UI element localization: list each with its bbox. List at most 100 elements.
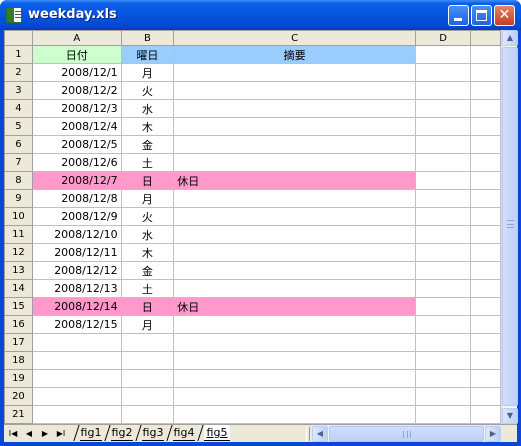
row-header[interactable]: 9 bbox=[4, 189, 33, 208]
cell-empty[interactable] bbox=[414, 315, 472, 334]
column-header-e[interactable] bbox=[470, 30, 501, 46]
cell-empty[interactable] bbox=[414, 279, 472, 298]
tab-split-handle[interactable] bbox=[306, 427, 310, 441]
row-header[interactable]: 18 bbox=[4, 351, 33, 370]
cell-date[interactable] bbox=[31, 369, 122, 388]
cell-weekday[interactable] bbox=[120, 333, 175, 352]
cell-empty[interactable] bbox=[470, 99, 501, 118]
column-header-d[interactable]: D bbox=[414, 30, 472, 46]
tab-fig5[interactable]: fig5 bbox=[204, 425, 230, 441]
cell-date[interactable] bbox=[31, 351, 122, 370]
row-header[interactable]: 1 bbox=[4, 45, 33, 64]
cell-summary[interactable] bbox=[173, 99, 416, 118]
cell-empty[interactable] bbox=[470, 117, 501, 136]
cell-empty[interactable] bbox=[414, 135, 472, 154]
row-header[interactable]: 5 bbox=[4, 117, 33, 136]
cell-date[interactable] bbox=[31, 405, 122, 424]
cell-empty[interactable] bbox=[414, 333, 472, 352]
cell-empty[interactable] bbox=[470, 171, 501, 190]
cell-summary[interactable] bbox=[173, 225, 416, 244]
cell-date[interactable]: 2008/12/11 bbox=[31, 243, 122, 262]
row-header[interactable]: 3 bbox=[4, 81, 33, 100]
cell-empty[interactable] bbox=[414, 189, 472, 208]
row-header[interactable]: 12 bbox=[4, 243, 33, 262]
cell-weekday[interactable]: 水 bbox=[120, 225, 175, 244]
size-grip[interactable] bbox=[501, 426, 517, 442]
vertical-scroll-thumb[interactable] bbox=[502, 47, 518, 406]
cell-summary[interactable] bbox=[173, 153, 416, 172]
cell-empty[interactable] bbox=[470, 225, 501, 244]
cell-empty[interactable] bbox=[414, 99, 472, 118]
cell-summary[interactable] bbox=[173, 207, 416, 226]
cell-summary[interactable] bbox=[173, 351, 416, 370]
row-header[interactable]: 2 bbox=[4, 63, 33, 82]
cell-weekday[interactable]: 月 bbox=[120, 189, 175, 208]
cell-weekday[interactable]: 土 bbox=[120, 153, 175, 172]
column-header-c[interactable]: C bbox=[173, 30, 416, 46]
first-sheet-button[interactable]: I◀ bbox=[6, 427, 20, 441]
cell-summary[interactable] bbox=[173, 369, 416, 388]
cell-summary[interactable] bbox=[173, 261, 416, 280]
cell-weekday-header[interactable]: 曜日 bbox=[120, 45, 175, 64]
cell-empty[interactable] bbox=[414, 117, 472, 136]
scroll-right-button[interactable]: ▶ bbox=[485, 426, 501, 442]
row-header[interactable]: 6 bbox=[4, 135, 33, 154]
cell-empty[interactable] bbox=[470, 135, 501, 154]
cell-date[interactable]: 2008/12/9 bbox=[31, 207, 122, 226]
tab-fig3[interactable]: fig3 bbox=[142, 425, 164, 441]
row-header[interactable]: 21 bbox=[4, 405, 33, 424]
cell-date-header[interactable]: 日付 bbox=[31, 45, 122, 64]
cell-empty[interactable] bbox=[470, 315, 501, 334]
cell-date[interactable]: 2008/12/14 bbox=[31, 297, 122, 316]
row-header[interactable]: 7 bbox=[4, 153, 33, 172]
cell-weekday[interactable]: 日 bbox=[120, 297, 175, 316]
prev-sheet-button[interactable]: ◀ bbox=[22, 427, 36, 441]
scroll-down-button[interactable]: ▼ bbox=[502, 408, 518, 424]
horizontal-scrollbar[interactable]: ◀ ▶ bbox=[312, 426, 501, 442]
cell-weekday[interactable]: 日 bbox=[120, 171, 175, 190]
horizontal-scroll-thumb[interactable] bbox=[329, 426, 484, 442]
cell-empty[interactable] bbox=[414, 297, 472, 316]
row-header[interactable]: 15 bbox=[4, 297, 33, 316]
cell-date[interactable]: 2008/12/15 bbox=[31, 315, 122, 334]
cell-date[interactable]: 2008/12/2 bbox=[31, 81, 122, 100]
cell-empty[interactable] bbox=[414, 351, 472, 370]
cell-date[interactable]: 2008/12/13 bbox=[31, 279, 122, 298]
row-header[interactable]: 8 bbox=[4, 171, 33, 190]
cell-empty[interactable] bbox=[470, 45, 501, 64]
maximize-button[interactable] bbox=[471, 5, 492, 26]
cell-empty[interactable] bbox=[470, 297, 501, 316]
minimize-button[interactable] bbox=[448, 5, 469, 26]
cell-summary[interactable]: 休日 bbox=[173, 171, 416, 190]
cell-empty[interactable] bbox=[470, 207, 501, 226]
cell-summary[interactable] bbox=[173, 117, 416, 136]
cell-empty[interactable] bbox=[414, 387, 472, 406]
cell-weekday[interactable]: 火 bbox=[120, 81, 175, 100]
cell-weekday[interactable]: 月 bbox=[120, 315, 175, 334]
cell-weekday[interactable]: 木 bbox=[120, 243, 175, 262]
cell-summary-header[interactable]: 摘要 bbox=[173, 45, 416, 64]
row-header[interactable]: 10 bbox=[4, 207, 33, 226]
cell-weekday[interactable]: 土 bbox=[120, 279, 175, 298]
cell-empty[interactable] bbox=[414, 225, 472, 244]
vertical-scrollbar[interactable]: ▲ ▼ bbox=[501, 30, 518, 424]
cell-summary[interactable] bbox=[173, 387, 416, 406]
row-header[interactable]: 14 bbox=[4, 279, 33, 298]
cell-empty[interactable] bbox=[470, 333, 501, 352]
scroll-left-button[interactable]: ◀ bbox=[312, 426, 328, 442]
cell-empty[interactable] bbox=[414, 153, 472, 172]
column-header-a[interactable]: A bbox=[31, 30, 122, 46]
select-all-corner[interactable] bbox=[4, 30, 33, 46]
row-header[interactable]: 16 bbox=[4, 315, 33, 334]
cell-empty[interactable] bbox=[470, 279, 501, 298]
cell-summary[interactable] bbox=[173, 333, 416, 352]
cell-weekday[interactable] bbox=[120, 387, 175, 406]
cell-summary[interactable] bbox=[173, 243, 416, 262]
row-header[interactable]: 19 bbox=[4, 369, 33, 388]
cell-date[interactable]: 2008/12/6 bbox=[31, 153, 122, 172]
row-header[interactable]: 17 bbox=[4, 333, 33, 352]
row-header[interactable]: 11 bbox=[4, 225, 33, 244]
cell-empty[interactable] bbox=[470, 63, 501, 82]
cell-empty[interactable] bbox=[470, 387, 501, 406]
cell-empty[interactable] bbox=[414, 261, 472, 280]
